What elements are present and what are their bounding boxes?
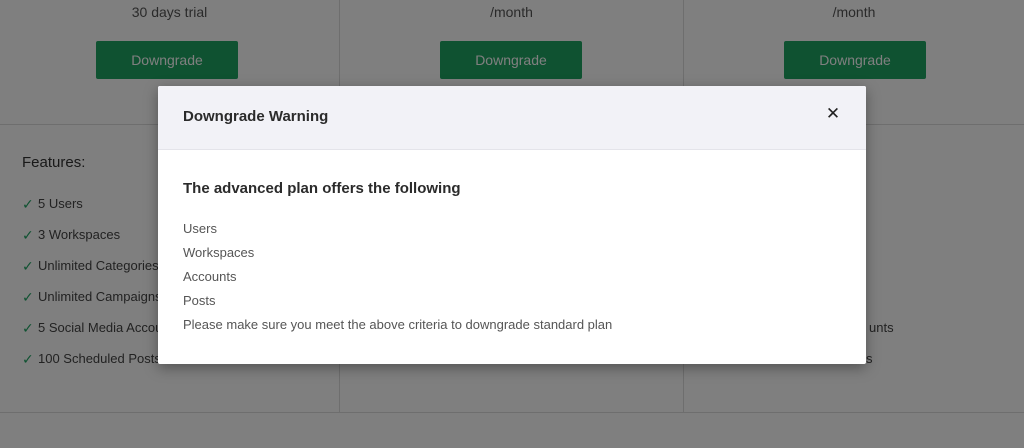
requirement-item: Users — [183, 221, 217, 236]
modal-header: Downgrade Warning ✕ — [158, 86, 866, 150]
requirement-item: Accounts — [183, 269, 237, 284]
requirement-item: Posts — [183, 293, 216, 308]
close-icon: ✕ — [825, 104, 841, 124]
close-button[interactable]: ✕ — [822, 103, 844, 125]
downgrade-warning-modal: Downgrade Warning ✕ The advanced plan of… — [158, 86, 866, 364]
modal-heading: The advanced plan offers the following — [183, 180, 461, 197]
downgrade-note: Please make sure you meet the above crit… — [183, 317, 613, 332]
modal-title: Downgrade Warning — [183, 108, 329, 125]
requirement-item: Workspaces — [183, 245, 255, 260]
requirements-list: Users Workspaces Accounts Posts — [183, 220, 841, 316]
modal-body: The advanced plan offers the following U… — [158, 150, 866, 334]
